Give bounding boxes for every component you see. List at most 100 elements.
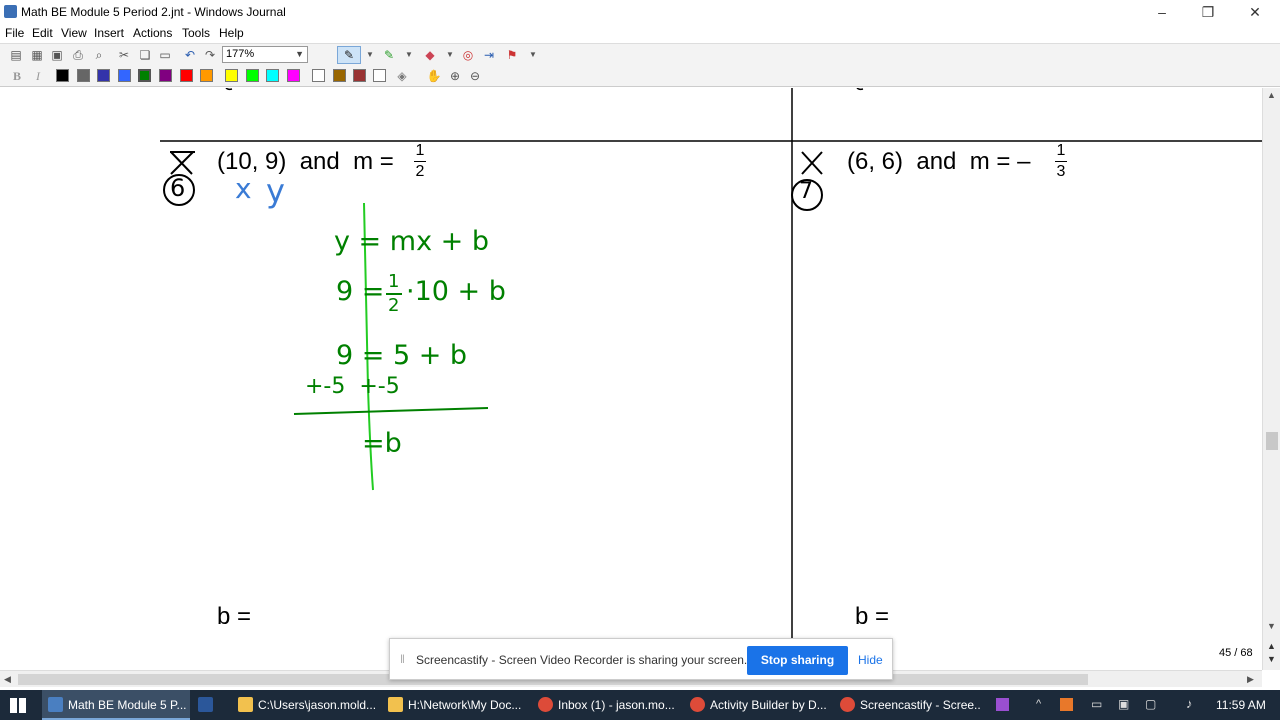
color-swatch-yellow[interactable] xyxy=(225,69,238,82)
eraser-icon[interactable]: ◆ xyxy=(422,47,438,63)
eraser-dropdown-icon[interactable]: ▼ xyxy=(442,47,458,63)
notification-icon[interactable]: ▢ xyxy=(1145,697,1156,711)
new-page-icon[interactable]: ▤ xyxy=(8,47,24,63)
paste-icon[interactable]: ▭ xyxy=(157,47,173,63)
ink-step-2-den: 2 xyxy=(388,295,400,316)
flag-icon[interactable]: ⚑ xyxy=(504,47,520,63)
taskbar-item-journal[interactable]: Math BE Module 5 P... xyxy=(42,690,190,720)
color-swatch-navy[interactable] xyxy=(97,69,110,82)
scroll-right-arrow-icon[interactable]: ▶ xyxy=(1247,674,1254,685)
menu-actions[interactable]: Actions xyxy=(133,26,172,40)
color-swatch-magenta[interactable] xyxy=(287,69,300,82)
minimize-button[interactable]: – xyxy=(1139,0,1185,24)
previous-page-icon[interactable]: ▲ xyxy=(1267,641,1276,651)
insert-space-icon[interactable]: ⇥ xyxy=(481,47,497,63)
find-icon[interactable]: ⌕ xyxy=(91,47,107,63)
pen-icon[interactable]: ✎ xyxy=(337,46,361,64)
vertical-scrollbar[interactable]: ▲ ▼ ▲ ▼ xyxy=(1262,88,1280,670)
taskbar-item-chrome-screencastify[interactable]: Screencastify - Scree... xyxy=(834,690,980,720)
menu-tools[interactable]: Tools xyxy=(182,26,210,40)
color-swatch-lime[interactable] xyxy=(246,69,259,82)
highlighter-icon[interactable]: ✎ xyxy=(381,47,397,63)
ink-step-3: 9 = 5 + b xyxy=(336,340,468,371)
taskbar-item-chrome-activity[interactable]: Activity Builder by D... xyxy=(684,690,830,720)
network-icon[interactable]: ▣ xyxy=(1118,697,1129,711)
clock[interactable]: 11:59 AM xyxy=(1216,698,1266,712)
color-swatch-brown[interactable] xyxy=(333,69,346,82)
journal-page[interactable]: (10, 9) and m = 1 2 b = (6, 6) and m = –… xyxy=(0,88,1262,638)
scroll-left-arrow-icon[interactable]: ◀ xyxy=(4,674,11,685)
color-swatch-purple[interactable] xyxy=(159,69,172,82)
color-swatch-cyan[interactable] xyxy=(266,69,279,82)
taskbar-item-word[interactable] xyxy=(192,690,226,720)
zoom-out-icon[interactable]: ⊖ xyxy=(467,68,483,84)
ink-step-2-tail: ·10 + b xyxy=(406,276,506,307)
color-swatch-gray[interactable] xyxy=(77,69,90,82)
print-icon[interactable]: ⎙ xyxy=(70,47,86,63)
menu-edit[interactable]: Edit xyxy=(32,26,53,40)
hide-link[interactable]: Hide xyxy=(858,653,883,667)
standard-toolbar: ▤ ▦ ▣ ⎙ ⌕ ✂ ❏ ▭ ↶ ↷ 177% ▼ ✎ ▼ ✎ ▼ ◆ ▼ ◎ … xyxy=(0,43,1280,65)
tray-app-icon[interactable] xyxy=(996,698,1009,711)
menu-bar: File Edit View Insert Actions Tools Help xyxy=(0,24,1280,42)
scroll-up-arrow-icon[interactable]: ▲ xyxy=(1267,90,1276,100)
menu-view[interactable]: View xyxy=(61,26,87,40)
flag-dropdown-icon[interactable]: ▼ xyxy=(525,47,541,63)
taskbar-item-label: Screencastify - Scree... xyxy=(860,698,980,712)
color-swatch-blue[interactable] xyxy=(118,69,131,82)
italic-icon[interactable]: I xyxy=(30,68,46,84)
pen-style-icon[interactable]: ◈ xyxy=(394,68,410,84)
redo-icon[interactable]: ↷ xyxy=(202,47,218,63)
highlighter-dropdown-icon[interactable]: ▼ xyxy=(401,47,417,63)
drag-handle-icon[interactable]: ‖ xyxy=(400,652,405,666)
ink-number-right: 7 xyxy=(799,179,813,204)
restore-button[interactable]: ❐ xyxy=(1185,0,1231,24)
menu-help[interactable]: Help xyxy=(219,26,244,40)
scroll-thumb[interactable] xyxy=(1266,432,1278,450)
copy-icon[interactable]: ❏ xyxy=(137,47,153,63)
scroll-down-arrow-icon[interactable]: ▼ xyxy=(1267,621,1276,631)
taskbar-item-label: H:\Network\My Doc... xyxy=(408,698,522,712)
power-icon[interactable]: ▭ xyxy=(1091,697,1102,711)
share-message: Screencastify - Screen Video Recorder is… xyxy=(416,653,748,667)
tray-app-icon-2[interactable] xyxy=(1060,698,1073,711)
undo-icon[interactable]: ↶ xyxy=(182,47,198,63)
color-swatch-red[interactable] xyxy=(180,69,193,82)
zoom-select[interactable]: 177% ▼ xyxy=(222,46,308,63)
color-swatch-black[interactable] xyxy=(56,69,69,82)
menu-insert[interactable]: Insert xyxy=(94,26,124,40)
title-bar: Math BE Module 5 Period 2.jnt - Windows … xyxy=(0,0,1280,24)
bold-icon[interactable]: B xyxy=(9,68,25,84)
next-page-icon[interactable]: ▼ xyxy=(1267,654,1276,664)
taskbar-item-explorer-users[interactable]: C:\Users\jason.mold... xyxy=(232,690,378,720)
tray-overflow-icon[interactable]: ^ xyxy=(1036,698,1041,710)
color-swatch-maroon[interactable] xyxy=(353,69,366,82)
pen-dropdown-icon[interactable]: ▼ xyxy=(362,47,378,63)
pan-hand-icon[interactable]: ✋ xyxy=(426,68,442,84)
chrome-icon xyxy=(690,697,705,712)
close-button[interactable]: ✕ xyxy=(1232,0,1278,24)
screen-share-notification: ‖ Screencastify - Screen Video Recorder … xyxy=(389,638,893,680)
new-note-icon[interactable]: ▦ xyxy=(29,47,45,63)
windows-start-icon[interactable] xyxy=(10,698,26,713)
zoom-in-icon[interactable]: ⊕ xyxy=(447,68,463,84)
menu-file[interactable]: File xyxy=(5,26,24,40)
lasso-icon[interactable]: ◎ xyxy=(460,47,476,63)
color-swatch-white[interactable] xyxy=(312,69,325,82)
ink-step-2-num: 1 xyxy=(388,271,400,292)
volume-icon[interactable]: ♪ xyxy=(1186,696,1193,711)
folder-icon xyxy=(388,697,403,712)
chrome-icon xyxy=(538,697,553,712)
chevron-down-icon: ▼ xyxy=(295,49,304,59)
format-toolbar: B I ◈ ✋ ⊕ ⊖ xyxy=(0,65,1280,87)
taskbar-item-explorer-network[interactable]: H:\Network\My Doc... xyxy=(382,690,528,720)
taskbar-item-chrome-inbox[interactable]: Inbox (1) - jason.mo... xyxy=(532,690,680,720)
color-swatch-white-2[interactable] xyxy=(373,69,386,82)
color-swatch-green[interactable] xyxy=(138,69,151,82)
stop-sharing-button[interactable]: Stop sharing xyxy=(747,646,848,675)
ink-step-1: y = mx + b xyxy=(334,226,489,257)
color-swatch-orange[interactable] xyxy=(200,69,213,82)
save-icon[interactable]: ▣ xyxy=(49,47,65,63)
cut-icon[interactable]: ✂ xyxy=(116,47,132,63)
ink-label-y: y xyxy=(266,172,285,210)
